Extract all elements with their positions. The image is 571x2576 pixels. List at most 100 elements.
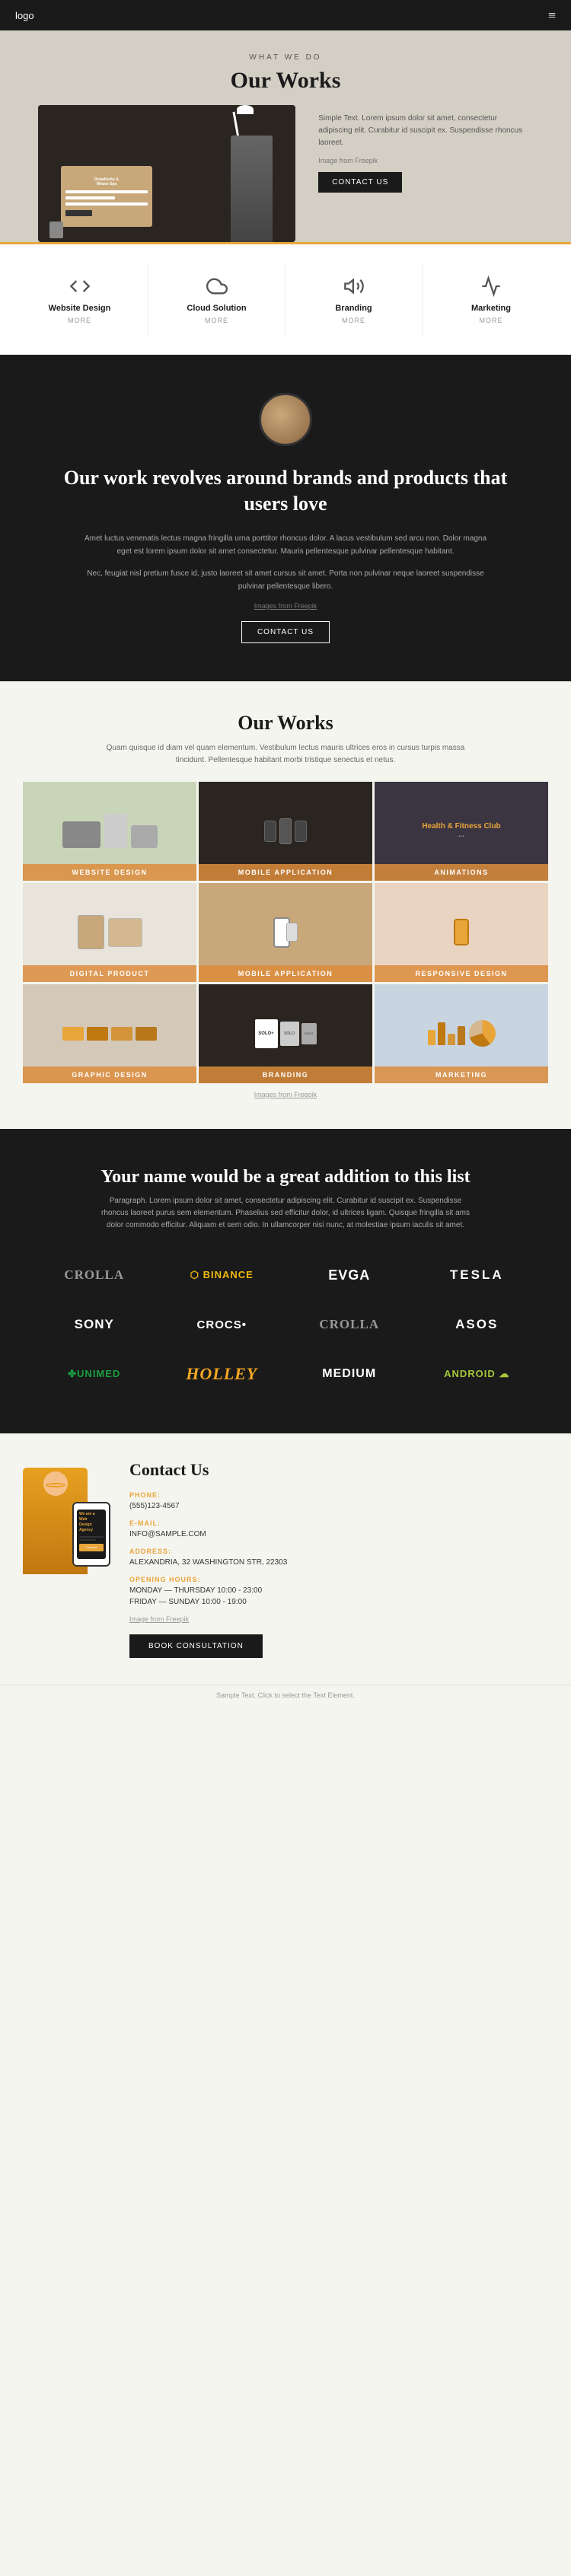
- about-image-credit: Images from Freepik: [46, 602, 525, 610]
- client-name-android: android ☁: [444, 1368, 509, 1380]
- contact-person-image: We are aWebDesignAgency Contact: [23, 1460, 114, 1574]
- service-more-cloud[interactable]: MORE: [160, 317, 273, 324]
- navigation: logo ≡: [0, 0, 571, 30]
- client-name-crocs: crocs•: [197, 1318, 247, 1331]
- service-more-marketing[interactable]: MORE: [434, 317, 548, 324]
- clients-grid: CROLLA BINANCE EVGA TESLA SONY crocs• CR…: [30, 1255, 541, 1395]
- client-name-crolla-2: CROLLA: [319, 1317, 379, 1332]
- clients-description: Paragraph. Lorem ipsum dolor sit amet, c…: [95, 1195, 476, 1232]
- service-name-branding: Branding: [297, 304, 410, 313]
- client-sony: SONY: [30, 1304, 158, 1346]
- code-icon: [65, 275, 95, 298]
- client-evga: EVGA: [286, 1255, 413, 1296]
- client-holley: Holley: [158, 1353, 286, 1395]
- about-section: Our work revolves around brands and prod…: [0, 355, 571, 681]
- address-label: ADDRESS:: [129, 1548, 548, 1555]
- client-android: android ☁: [413, 1353, 541, 1395]
- logo: logo: [15, 10, 34, 21]
- client-medium: Medium: [286, 1353, 413, 1395]
- portfolio-item-4[interactable]: DIGITAL PRODUCT: [23, 883, 196, 982]
- portfolio-title: Our Works: [23, 712, 548, 735]
- portfolio-section: Our Works Quam quisque id diam vel quam …: [0, 681, 571, 1129]
- portfolio-label-2: MOBILE APPLICATION: [199, 864, 372, 881]
- contact-hours: OPENING HOURS: MONDAY — THURSDAY 10:00 -…: [129, 1576, 548, 1608]
- contact-button[interactable]: CONTACT US: [318, 172, 402, 193]
- about-contact-button[interactable]: CONTACT US: [241, 621, 330, 643]
- service-name-marketing: Marketing: [434, 304, 548, 313]
- hours-value-1: MONDAY — THURSDAY 10:00 - 23:00: [129, 1585, 548, 1596]
- hero-right: Simple Text. Lorem ipsum dolor sit amet,…: [318, 105, 533, 193]
- hours-value-2: FRIDAY — SUNDAY 10:00 - 19:00: [129, 1596, 548, 1608]
- client-unimed: ✤unimed: [30, 1353, 158, 1395]
- phone-screen: We are aWebDesignAgency Contact: [77, 1510, 106, 1559]
- phone-screen-text: We are aWebDesignAgency: [79, 1512, 104, 1533]
- phone-label: PHONE:: [129, 1491, 548, 1499]
- client-crolla-1: CROLLA: [30, 1255, 158, 1296]
- portfolio-description: Quam quisque id diam vel quam elementum.…: [103, 742, 468, 767]
- laptop-screen: Dreadlocks &Weave Spa: [61, 166, 152, 227]
- graph-icon: [476, 275, 506, 298]
- about-circle-image: [259, 393, 312, 446]
- client-name-asos: asos: [455, 1317, 498, 1332]
- client-tesla: TESLA: [413, 1255, 541, 1296]
- hero-section: WHAT WE DO Our Works Dreadlocks &Weave S…: [0, 30, 571, 242]
- phone-value: (555)123-4567: [129, 1500, 548, 1512]
- phone-mockup: We are aWebDesignAgency Contact: [72, 1502, 110, 1567]
- hero-content: Dreadlocks &Weave Spa Simple Text. Lorem…: [38, 105, 533, 242]
- client-name-holley: Holley: [186, 1364, 257, 1384]
- about-para-2: Nec, feugiat nisl pretium fusce id, just…: [76, 567, 495, 593]
- hero-description: Simple Text. Lorem ipsum dolor sit amet,…: [318, 113, 533, 149]
- portfolio-item-6[interactable]: RESPONSIVE DESIGN: [375, 883, 548, 982]
- client-name-medium: Medium: [322, 1367, 376, 1381]
- email-label: E-MAIL:: [129, 1519, 548, 1527]
- service-more-branding[interactable]: MORE: [297, 317, 410, 324]
- client-crocs: crocs•: [158, 1304, 286, 1346]
- portfolio-label-4: DIGITAL PRODUCT: [23, 965, 196, 982]
- mug: [49, 222, 63, 238]
- portfolio-label-1: WEBSITE DESIGN: [23, 864, 196, 881]
- client-binance: BINANCE: [158, 1255, 286, 1296]
- hero-title: Our Works: [38, 68, 533, 94]
- client-name-tesla: TESLA: [450, 1267, 504, 1283]
- contact-info: Contact Us PHONE: (555)123-4567 E-MAIL: …: [129, 1460, 548, 1658]
- client-name-unimed: ✤unimed: [68, 1368, 120, 1380]
- portfolio-item-8[interactable]: SOLO+ SOLO SOLO BRANDING: [199, 984, 372, 1083]
- service-marketing: Marketing MORE: [423, 263, 560, 336]
- portfolio-item-5[interactable]: MOBILE APPLICATION: [199, 883, 372, 982]
- contact-phone: PHONE: (555)123-4567: [129, 1491, 548, 1512]
- service-branding: Branding MORE: [286, 263, 423, 336]
- client-crolla-2: CROLLA: [286, 1304, 413, 1346]
- portfolio-label-8: BRANDING: [199, 1066, 372, 1083]
- footer-note: Sample Text. Click to select the Text El…: [0, 1685, 571, 1705]
- contact-image-credit: Image from Freepik: [129, 1615, 548, 1623]
- service-more-website[interactable]: MORE: [23, 317, 136, 324]
- portfolio-item-7[interactable]: GRAPHIC DESIGN: [23, 984, 196, 1083]
- email-value: INFO@SAMPLE.COM: [129, 1529, 548, 1540]
- book-consultation-button[interactable]: BOOK CONSULTATION: [129, 1634, 263, 1658]
- portfolio-label-5: MOBILE APPLICATION: [199, 965, 372, 982]
- service-cloud: Cloud Solution MORE: [148, 263, 286, 336]
- hero-image-credit: Image from Freepik: [318, 157, 533, 164]
- clients-section: Your name would be a great addition to t…: [0, 1129, 571, 1433]
- portfolio-item-2[interactable]: MOBILE APPLICATION: [199, 782, 372, 881]
- person-silhouette: [231, 135, 273, 242]
- client-asos: asos: [413, 1304, 541, 1346]
- portfolio-item-1[interactable]: WEBSITE DESIGN: [23, 782, 196, 881]
- portfolio-item-9[interactable]: MARKETING: [375, 984, 548, 1083]
- megaphone-icon: [339, 275, 369, 298]
- portfolio-label-3: ANIMATIONS: [375, 864, 548, 881]
- contact-title: Contact Us: [129, 1460, 548, 1480]
- menu-icon[interactable]: ≡: [548, 8, 556, 24]
- laptop-mockup: Dreadlocks &Weave Spa: [38, 105, 295, 242]
- about-title: Our work revolves around brands and prod…: [46, 465, 525, 517]
- contact-email: E-MAIL: INFO@SAMPLE.COM: [129, 1519, 548, 1540]
- contact-address: ADDRESS: ALEXANDRIA, 32 WASHINGTON STR, …: [129, 1548, 548, 1568]
- cloud-icon: [202, 275, 232, 298]
- about-para-1: Amet luctus venenatis lectus magna fring…: [76, 532, 495, 558]
- service-name-website: Website Design: [23, 304, 136, 313]
- portfolio-credit: Images from Freepik: [23, 1091, 548, 1098]
- portfolio-item-3[interactable]: Health & Fitness Club··· ANIMATIONS: [375, 782, 548, 881]
- portfolio-label-9: MARKETING: [375, 1066, 548, 1083]
- contact-section: We are aWebDesignAgency Contact Contact …: [0, 1433, 571, 1685]
- service-website-design: Website Design MORE: [11, 263, 148, 336]
